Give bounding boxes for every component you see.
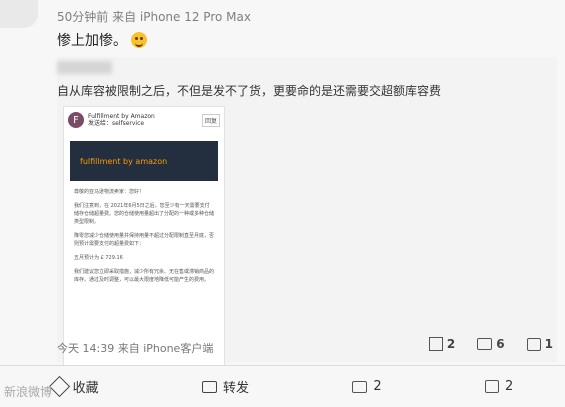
comment-button[interactable]: 2 bbox=[352, 379, 382, 394]
share-count: 2 bbox=[446, 337, 456, 351]
like-total: 2 bbox=[505, 379, 514, 394]
sender-info: Fulfillment by Amazon 发送给：selfservice bbox=[88, 113, 155, 127]
email-header: F Fulfillment by Amazon 发送给：selfservice … bbox=[64, 107, 224, 133]
comment-icon bbox=[477, 338, 493, 350]
email-body: 尊敬的亚马逊物流卖家：您好！ 我们注意到，在 2021年6月5日之后，您至少有一… bbox=[64, 181, 224, 297]
avatar[interactable] bbox=[0, 0, 38, 28]
email-fee: 五月预计为 £ 729.16 bbox=[74, 255, 123, 261]
comment-icon bbox=[352, 380, 368, 393]
favorite-button[interactable]: 收藏 bbox=[48, 375, 99, 398]
sender-name: Fulfillment by Amazon bbox=[88, 113, 155, 120]
email-paragraph: 降零您减少仓储使用量并保持用量不超过分配限制直至月底，否则预计需要支付的超量费如… bbox=[74, 233, 215, 247]
comment-count: 6 bbox=[496, 337, 505, 351]
bottom-toolbar: 收藏 转发 2 2 bbox=[0, 366, 565, 407]
smile-emoji-icon bbox=[131, 32, 147, 48]
like-count: 1 bbox=[544, 337, 553, 351]
amazon-banner: fulfillment by amazon bbox=[70, 141, 218, 181]
quoted-actions: 2 6 1 bbox=[428, 337, 553, 351]
comment-text: 惨上加惨。 bbox=[57, 30, 147, 50]
watermark: 新浪微博 bbox=[4, 385, 53, 399]
forward-button[interactable]: 转发 bbox=[202, 377, 249, 396]
share-icon bbox=[428, 337, 443, 351]
email-screenshot[interactable]: F Fulfillment by Amazon 发送给：selfservice … bbox=[63, 106, 225, 366]
quoted-meta: 今天 14:39 来自 iPhone客户端 bbox=[57, 342, 214, 355]
quoted-text: 自从库容被限制之后，不但是发不了货，更要命的是还需要交超额库容费 bbox=[57, 84, 442, 98]
email-greeting: 尊敬的亚马逊物流卖家：您好！ bbox=[74, 189, 145, 195]
comment-total: 2 bbox=[373, 379, 382, 394]
comment-content: 惨上加惨。 bbox=[57, 33, 127, 49]
like-button[interactable]: 2 bbox=[485, 379, 513, 394]
email-paragraph: 我们注意到，在 2021年6月5日之后，您至少有一天需要支付储存仓储超量费。您的… bbox=[74, 203, 215, 225]
email-paragraph: 我们建议您立即采取措施，减少所有冗余、无在售或滞销商品的库存。通过及时调整，可以… bbox=[74, 269, 215, 283]
like-icon bbox=[526, 337, 541, 351]
forward-label: 转发 bbox=[223, 381, 250, 396]
blurred-username bbox=[57, 61, 112, 74]
quoted-post[interactable]: 自从库容被限制之后，不但是发不了货，更要命的是还需要交超额库容费 F Fulfi… bbox=[57, 57, 557, 366]
share-action[interactable]: 2 bbox=[428, 337, 456, 351]
sender-avatar: F bbox=[68, 112, 84, 128]
comment-action[interactable]: 6 bbox=[477, 337, 505, 351]
favorite-label: 收藏 bbox=[72, 381, 99, 396]
forward-icon bbox=[202, 380, 218, 393]
post-meta: 50分钟前 来自 iPhone 12 Pro Max bbox=[57, 10, 251, 24]
sender-sub: 发送给：selfservice bbox=[88, 120, 145, 127]
like-icon bbox=[485, 380, 500, 393]
reply-button: 回复 bbox=[201, 113, 220, 127]
like-action[interactable]: 1 bbox=[526, 337, 553, 351]
